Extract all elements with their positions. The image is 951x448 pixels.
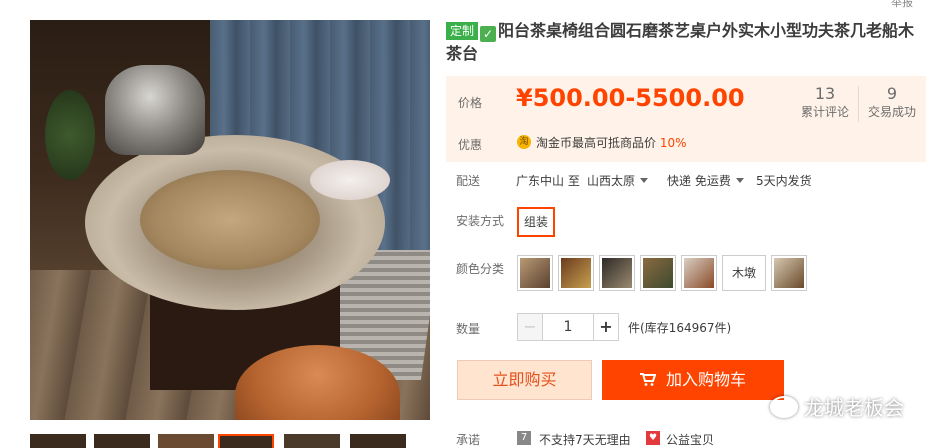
thumbnail[interactable] (284, 434, 340, 448)
quantity-label: 数量 (456, 322, 481, 336)
product-main-image (30, 20, 430, 420)
buy-now-button[interactable]: 立即购买 (457, 360, 592, 400)
promise-charity: 公益宝贝 (666, 433, 715, 447)
report-link[interactable]: 举报 (891, 0, 913, 10)
install-label: 安装方式 (456, 214, 505, 228)
price-label: 价格 (458, 96, 483, 110)
color-option-stool[interactable]: 木墩 (722, 255, 766, 291)
chevron-down-icon (640, 178, 649, 183)
shipping-label: 配送 (456, 174, 481, 188)
deals-count: 9 (886, 84, 898, 103)
add-to-cart-button[interactable]: 加入购物车 (602, 360, 784, 400)
chevron-down-icon (735, 178, 744, 183)
deals-label: 交易成功 (867, 105, 916, 119)
deals-stat[interactable]: 9 交易成功 (859, 84, 925, 120)
wechat-icon (770, 396, 798, 418)
color-swatch[interactable] (681, 255, 717, 291)
color-swatch[interactable] (771, 255, 807, 291)
checkmark-icon: ✓ (480, 26, 497, 42)
quantity-input[interactable]: 1 (543, 313, 593, 341)
color-swatch[interactable] (517, 255, 553, 291)
color-swatch[interactable] (558, 255, 594, 291)
promo-label: 优惠 (458, 138, 483, 152)
taobao-coin-icon: 淘 (517, 135, 531, 149)
color-swatch[interactable] (640, 255, 676, 291)
product-title-text: 阳台茶桌椅组合圆石磨茶艺桌户外实木小型功夫茶几老船木茶台 (446, 21, 915, 63)
shipping-from: 广东中山 至 (516, 174, 580, 188)
thumbnail[interactable] (94, 434, 150, 448)
price-value: ¥500.00-5500.00 (516, 84, 745, 112)
promo-percent: 10% (659, 136, 687, 150)
price-panel: 价格 ¥500.00-5500.00 13 累计评论 9 交易成功 优惠 淘 淘… (446, 76, 926, 162)
promise-label: 承诺 (456, 433, 481, 447)
color-label: 颜色分类 (456, 262, 505, 276)
thumbnail[interactable] (158, 434, 214, 448)
cart-icon (639, 373, 656, 386)
install-option-assemble[interactable]: 组装 (517, 207, 555, 237)
custom-tag: 定制 (446, 22, 479, 40)
shipping-eta: 5天内发货 (756, 174, 812, 188)
thumbnail[interactable] (30, 434, 86, 448)
reviews-label: 累计评论 (800, 105, 849, 119)
reviews-stat[interactable]: 13 累计评论 (792, 84, 858, 120)
product-title: 定制 ✓ 阳台茶桌椅组合圆石磨茶艺桌户外实木小型功夫茶几老船木茶台 (446, 20, 926, 66)
charity-icon: ♥ (646, 431, 660, 445)
quantity-increment-button[interactable]: + (593, 313, 619, 341)
stock-info: 件(库存164967件) (628, 321, 732, 335)
no-return-icon: 7 (517, 431, 531, 445)
thumbnail[interactable] (350, 434, 406, 448)
thumbnail-active[interactable] (218, 434, 274, 448)
reviews-count: 13 (814, 84, 836, 103)
color-swatch[interactable] (599, 255, 635, 291)
quantity-decrement-button[interactable]: − (517, 313, 543, 341)
promise-no-return: 不支持7天无理由 (539, 433, 631, 447)
shipping-method-select[interactable]: 快递 免运费 (667, 172, 744, 189)
shipping-to-select[interactable]: 山西太原 (587, 172, 649, 189)
promo-text: 淘金币最高可抵商品价 10% (536, 136, 687, 150)
wechat-watermark: 龙城老板会 (770, 392, 904, 421)
